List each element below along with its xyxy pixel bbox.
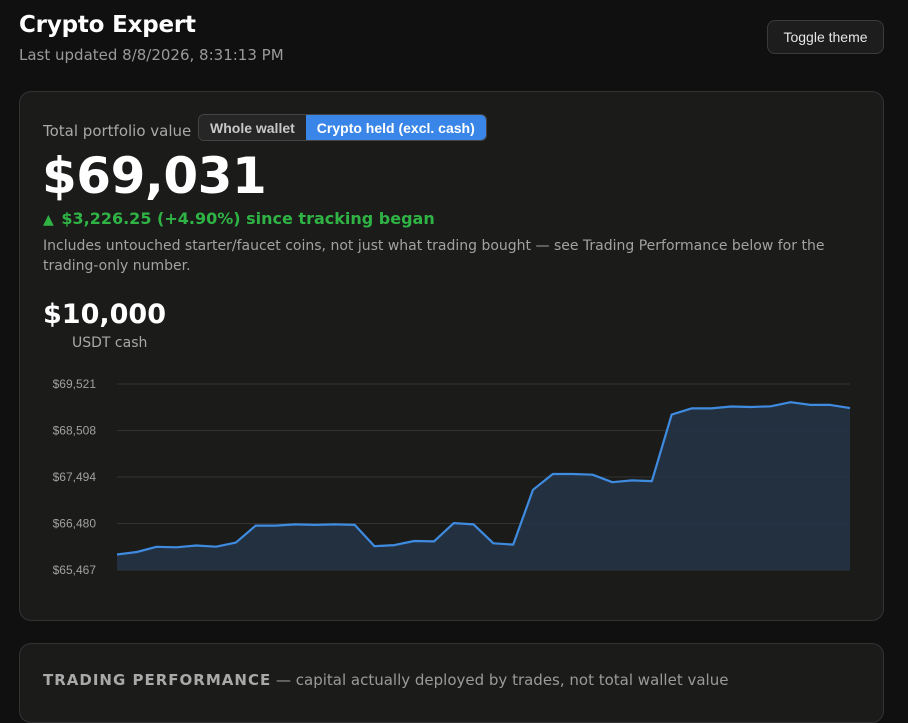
y-tick-label: $66,480 <box>53 517 97 531</box>
portfolio-value: $69,031 <box>42 147 267 205</box>
trading-performance-subtitle: — capital actually deployed by trades, n… <box>275 671 729 689</box>
y-tick-label: $67,494 <box>53 470 97 484</box>
trading-performance-title: TRADING PERFORMANCE <box>43 671 272 689</box>
whole-wallet-tab[interactable]: Whole wallet <box>199 115 306 140</box>
toggle-theme-button[interactable]: Toggle theme <box>767 20 884 54</box>
portfolio-scope-toggle: Whole wallet Crypto held (excl. cash) <box>198 114 487 141</box>
last-updated: Last updated 8/8/2026, 8:31:13 PM <box>19 46 284 64</box>
y-tick-label: $65,467 <box>53 563 97 577</box>
portfolio-note: Includes untouched starter/faucet coins,… <box>43 238 825 274</box>
y-tick-label: $69,521 <box>53 377 97 391</box>
portfolio-chart: $69,521 $68,508 $67,494 $66,480 $65,467 <box>53 377 851 577</box>
app-title: Crypto Expert <box>19 12 196 38</box>
change-text: $3,226.25 (+4.90%) since tracking began <box>61 209 435 228</box>
cash-value: $10,000 <box>43 299 166 330</box>
y-tick-label: $68,508 <box>53 423 97 437</box>
portfolio-card: Total portfolio value Whole wallet Crypt… <box>19 91 884 621</box>
header: Crypto Expert Last updated 8/8/2026, 8:3… <box>19 12 284 64</box>
up-triangle-icon: ▲ <box>43 212 54 228</box>
crypto-held-tab[interactable]: Crypto held (excl. cash) <box>305 115 486 140</box>
portfolio-change: ▲ $3,226.25 (+4.90%) since tracking bega… <box>43 209 435 228</box>
trading-performance-heading: TRADING PERFORMANCE — capital actually d… <box>43 671 728 689</box>
cash-label: USDT cash <box>72 335 148 351</box>
trading-performance-card: TRADING PERFORMANCE — capital actually d… <box>19 643 884 723</box>
portfolio-label: Total portfolio value <box>43 122 192 140</box>
